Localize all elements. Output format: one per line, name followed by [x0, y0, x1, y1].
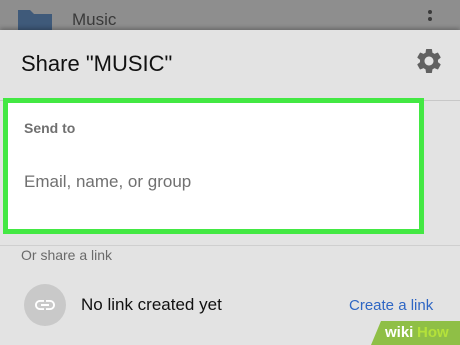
send-to-input[interactable] [24, 167, 404, 197]
send-to-field[interactable]: Send to [3, 98, 424, 234]
watermark-wiki: wiki [385, 324, 414, 341]
link-icon [35, 300, 55, 310]
more-vert-icon [428, 10, 432, 21]
background-folder-name: Music [72, 10, 117, 29]
link-status-text: No link created yet [81, 295, 222, 314]
send-to-label: Send to [24, 120, 76, 136]
watermark-how: How [417, 324, 449, 341]
watermark: wiki How [371, 321, 460, 345]
create-link-button[interactable]: Create a link [349, 297, 433, 314]
section-divider [0, 245, 460, 246]
share-dialog: Share "MUSIC" Send to Or share a link No… [0, 30, 460, 345]
share-link-label: Or share a link [21, 247, 113, 263]
dialog-title: Share "MUSIC" [21, 51, 173, 76]
link-icon-circle [24, 284, 66, 326]
gear-icon[interactable] [414, 46, 444, 76]
